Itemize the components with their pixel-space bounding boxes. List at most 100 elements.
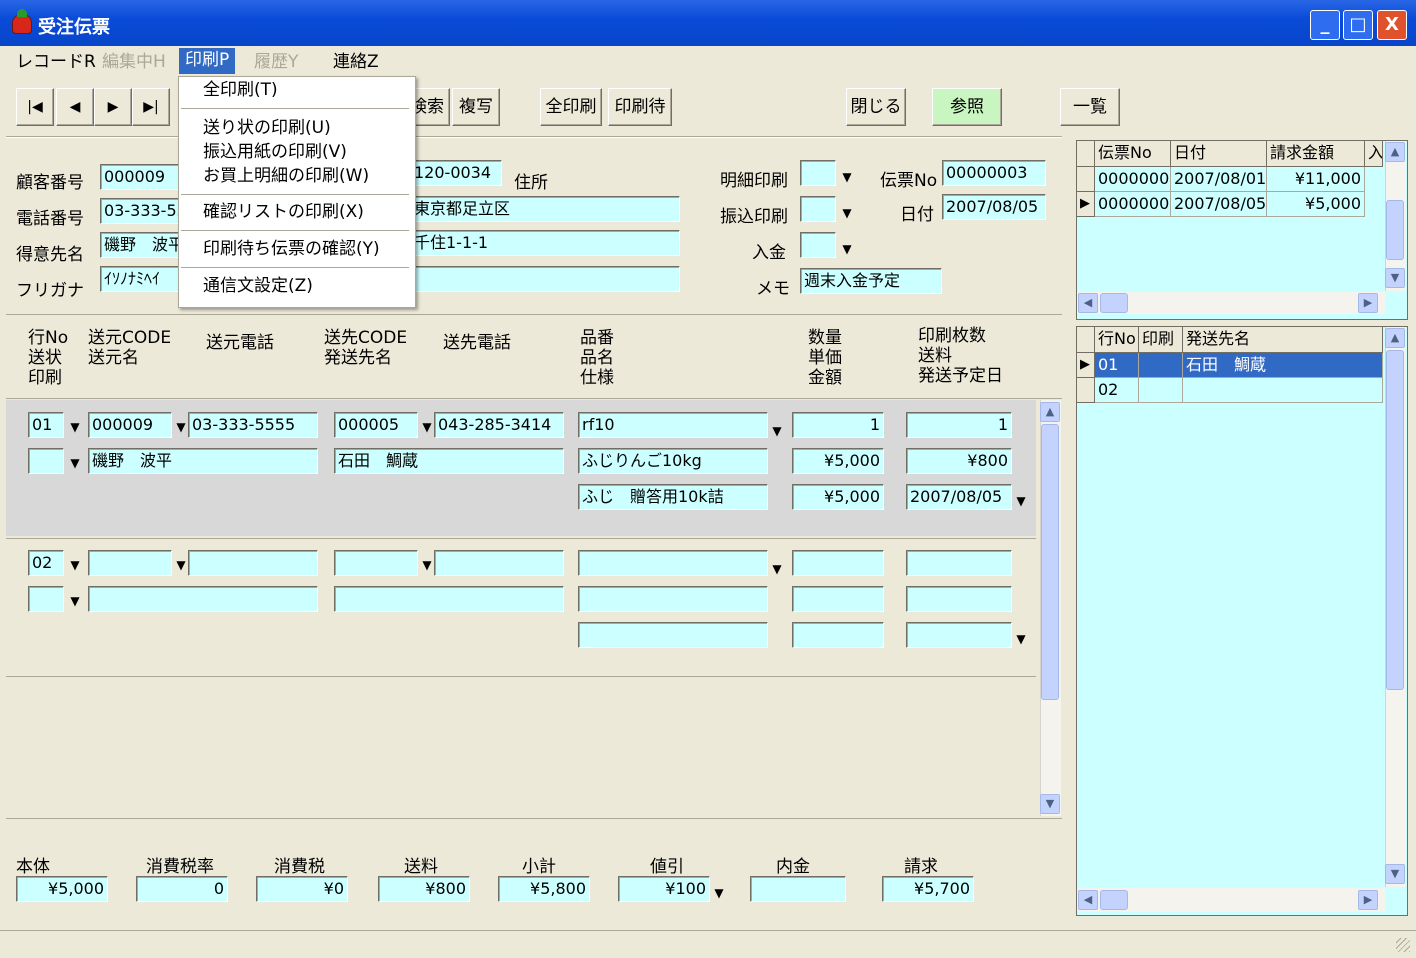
grid-cell[interactable] [1139, 378, 1183, 403]
address3-field[interactable] [410, 266, 680, 292]
menuitem-print-purchase-detail[interactable]: お買上明細の印刷(W) [181, 164, 409, 188]
chevron-down-icon[interactable]: ▼ [840, 206, 854, 220]
dst-tel-field[interactable] [434, 550, 564, 576]
scroll-thumb[interactable] [1041, 424, 1059, 700]
scroll-thumb[interactable] [1386, 350, 1404, 690]
ship-date-field[interactable]: 2007/08/05 [906, 484, 1012, 510]
chevron-down-icon[interactable]: ▼ [68, 558, 82, 572]
menuitem-print-all[interactable]: 全印刷(T) [181, 78, 409, 102]
scroll-right-icon[interactable]: ▶ [1358, 890, 1378, 910]
dst-tel-field[interactable]: 043-285-3414 [434, 412, 564, 438]
ship-date-field[interactable] [906, 622, 1012, 648]
address2-field[interactable]: 千住1-1-1 [410, 230, 680, 256]
memo-field[interactable]: 週末入金予定 [800, 268, 942, 294]
discount-field[interactable]: ¥100 [618, 876, 710, 902]
deposit-field[interactable] [800, 232, 836, 258]
chevron-down-icon[interactable]: ▼ [840, 242, 854, 256]
scroll-thumb[interactable] [1386, 200, 1404, 260]
scroll-down-icon[interactable]: ▼ [1385, 268, 1405, 288]
menuitem-check-waiting-slips[interactable]: 印刷待ち伝票の確認(Y) [181, 237, 409, 261]
tax-rate-field[interactable]: 0 [136, 876, 228, 902]
item-code-field[interactable]: rf10 [578, 412, 768, 438]
row-no-field[interactable]: 02 [28, 550, 64, 576]
quantity-field[interactable] [792, 550, 884, 576]
slip-no-field[interactable]: 00000003 [942, 160, 1046, 186]
menu-editing[interactable]: 編集中H [96, 50, 172, 74]
grid-cell[interactable]: ¥5,000 [1267, 192, 1365, 217]
col-slip-no[interactable]: 伝票No [1095, 141, 1171, 167]
print-all-button[interactable]: 全印刷 [540, 88, 602, 126]
item-name-field[interactable]: ふじりんご10kg [578, 448, 768, 474]
spec-field[interactable] [578, 622, 768, 648]
chevron-down-icon[interactable]: ▼ [1014, 632, 1028, 646]
item-code-field[interactable] [578, 550, 768, 576]
zip-field[interactable]: 120-0034 [410, 160, 502, 186]
next-record-button[interactable]: ▶ [94, 88, 132, 126]
scroll-thumb[interactable] [1100, 890, 1128, 910]
dst-code-field[interactable] [334, 550, 418, 576]
client-name-field[interactable]: 磯野 波平 [100, 232, 180, 258]
col-bill-amount[interactable]: 請求金額 [1267, 141, 1365, 167]
minimize-button[interactable]: _ [1310, 10, 1340, 40]
unit-price-field[interactable]: ¥5,000 [792, 448, 884, 474]
amount-field[interactable] [792, 622, 884, 648]
grid-cell[interactable]: 00000003 [1095, 192, 1171, 217]
detail-print-field[interactable] [800, 160, 836, 186]
menuitem-print-transfer-slip[interactable]: 振込用紙の印刷(V) [181, 140, 409, 164]
scroll-up-icon[interactable]: ▲ [1040, 402, 1060, 422]
prev-record-button[interactable]: ◀ [56, 88, 94, 126]
grid-cell[interactable]: 02 [1095, 378, 1139, 403]
dst-name-field[interactable]: 石田 鯛蔵 [334, 448, 564, 474]
shipping-fee-field[interactable] [906, 586, 1012, 612]
spec-field[interactable]: ふじ 贈答用10k詰 [578, 484, 768, 510]
copies-field[interactable]: 1 [906, 412, 1012, 438]
first-record-button[interactable]: |◀ [16, 88, 54, 126]
internal-field[interactable] [750, 876, 846, 902]
last-record-button[interactable]: ▶| [132, 88, 170, 126]
menuitem-message-settings[interactable]: 通信文設定(Z) [181, 274, 409, 298]
menuitem-print-check-list[interactable]: 確認リストの印刷(X) [181, 200, 409, 224]
src-name-field[interactable]: 磯野 波平 [88, 448, 318, 474]
reference-button[interactable]: 参照 [932, 88, 1002, 126]
grid-cell[interactable]: 石田 鯛蔵 [1183, 353, 1383, 378]
resize-grip-icon[interactable] [1396, 938, 1410, 952]
col-date[interactable]: 日付 [1171, 141, 1267, 167]
item-name-field[interactable] [578, 586, 768, 612]
chevron-down-icon[interactable]: ▼ [68, 594, 82, 608]
waybill-print-field[interactable] [28, 448, 64, 474]
waybill-print-field[interactable] [28, 586, 64, 612]
scroll-up-icon[interactable]: ▲ [1385, 142, 1405, 162]
chevron-down-icon[interactable]: ▼ [68, 420, 82, 434]
unit-price-field[interactable] [792, 586, 884, 612]
grid-cell[interactable] [1139, 353, 1183, 378]
base-amount-field[interactable]: ¥5,000 [16, 876, 108, 902]
customer-no-field[interactable]: 000009 [100, 164, 180, 190]
maximize-button[interactable]: □ [1343, 10, 1373, 40]
shipping-total-field[interactable]: ¥800 [378, 876, 470, 902]
scroll-left-icon[interactable]: ◀ [1078, 293, 1098, 313]
menu-history[interactable]: 履歴Y [248, 50, 304, 74]
shipping-fee-field[interactable]: ¥800 [906, 448, 1012, 474]
scroll-down-icon[interactable]: ▼ [1040, 794, 1060, 814]
scroll-up-icon[interactable]: ▲ [1385, 328, 1405, 348]
tax-field[interactable]: ¥0 [256, 876, 348, 902]
menuitem-print-waybill[interactable]: 送り状の印刷(U) [181, 116, 409, 140]
subtotal-field[interactable]: ¥5,800 [498, 876, 590, 902]
dst-code-field[interactable]: 000005 [334, 412, 418, 438]
phone-field[interactable]: 03-333-5555 [100, 198, 180, 224]
col-print[interactable]: 印刷 [1139, 327, 1183, 353]
scroll-thumb[interactable] [1100, 293, 1128, 313]
menu-print[interactable]: 印刷P [179, 48, 236, 74]
scroll-down-icon[interactable]: ▼ [1385, 864, 1405, 884]
dst-name-field[interactable] [334, 586, 564, 612]
src-code-field[interactable] [88, 550, 172, 576]
chevron-down-icon[interactable]: ▼ [420, 558, 434, 572]
menu-record[interactable]: レコードR [10, 50, 102, 74]
grid-cell[interactable]: 00000002 [1095, 167, 1171, 192]
scroll-right-icon[interactable]: ▶ [1358, 293, 1378, 313]
copies-field[interactable] [906, 550, 1012, 576]
amount-field[interactable]: ¥5,000 [792, 484, 884, 510]
grid-cell[interactable] [1183, 378, 1383, 403]
address1-field[interactable]: 東京都足立区 [410, 196, 680, 222]
grid-cell[interactable]: 01 [1095, 353, 1139, 378]
